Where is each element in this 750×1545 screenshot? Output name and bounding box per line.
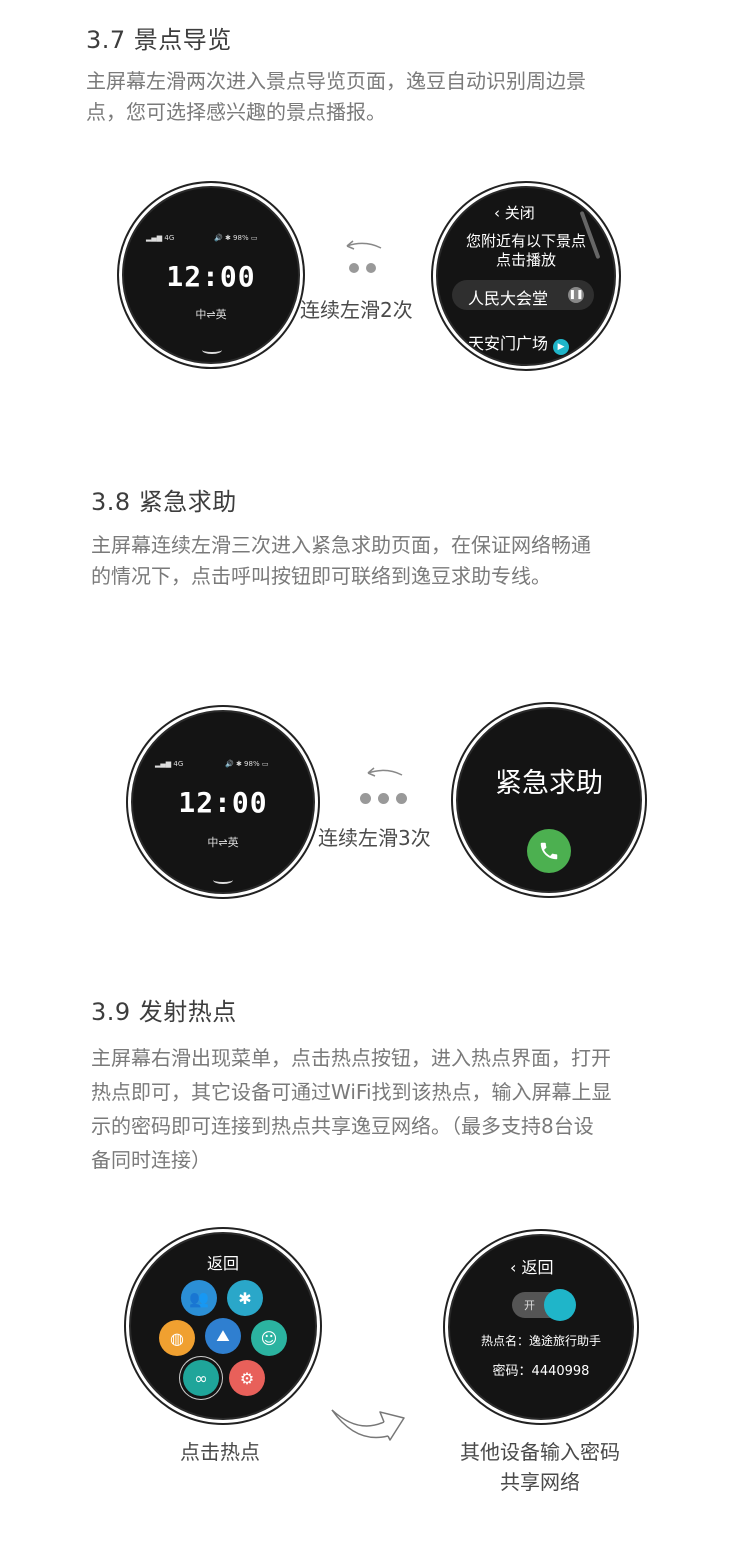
clock-time: 12:00	[178, 786, 268, 819]
swipe-dot	[366, 263, 376, 273]
signal-indicator: ▂▄▆ 4G	[155, 760, 184, 768]
paragraph-line: 主屏幕连续左滑三次进入紧急求助页面，在保证网络畅通	[91, 533, 591, 557]
language-switch[interactable]: 中⇌英	[133, 834, 313, 850]
globe-icon[interactable]: ◍	[159, 1320, 195, 1356]
swipe-dot	[396, 793, 407, 804]
settings-icon[interactable]: ⚙	[229, 1360, 265, 1396]
signal-indicator: ▂▄▆ 4G	[146, 234, 175, 242]
watch-menu-screen: 返回 👥 ✱ ◍ ⛰ ☺ ∞ ⚙	[129, 1232, 317, 1420]
language-switch[interactable]: 中⇌英	[124, 306, 298, 322]
paragraph-line: 热点即可，其它设备可通过WiFi找到该热点，输入屏幕上显	[91, 1080, 612, 1104]
contacts-icon[interactable]: 👥	[181, 1280, 217, 1316]
swipe-caption: 连续左滑2次	[300, 298, 413, 322]
hotspot-password: 密码：4440998	[492, 1364, 590, 1379]
close-label: 关闭	[504, 204, 535, 222]
curved-arrow-icon	[331, 1409, 405, 1441]
watch-sos-screen: 紧急求助	[456, 707, 642, 893]
watch-hotspot-screen: ‹ 返回 开 热点名：逸途旅行助手 密码：4440998	[448, 1234, 634, 1420]
tap-hotspot-caption: 点击热点	[180, 1440, 260, 1464]
sos-title: 紧急求助	[495, 768, 603, 799]
share-network-caption: 共享网络	[500, 1470, 580, 1494]
swipe-caption: 连续左滑3次	[318, 826, 431, 850]
network-type: 4G	[173, 760, 184, 768]
paragraph-line: 点，您可选择感兴趣的景点播报。	[86, 100, 386, 124]
play-icon[interactable]: ▶	[553, 339, 570, 355]
call-button[interactable]	[527, 829, 571, 873]
paragraph-line: 主屏幕左滑两次进入景点导览页面，逸豆自动识别周边景	[86, 69, 586, 93]
home-indicator	[202, 346, 222, 354]
status-icons: 🔊 ✱ 98% ▭	[214, 234, 258, 242]
swipe-left-icon	[346, 240, 382, 250]
bluetooth-icon[interactable]: ✱	[227, 1280, 263, 1316]
phone-icon	[540, 842, 558, 860]
attraction-item[interactable]: 天安门广场 ▶	[468, 330, 570, 355]
hotspot-toggle[interactable]: 开	[512, 1289, 576, 1321]
hotspot-icon[interactable]: ∞	[183, 1360, 219, 1396]
swipe-dot	[360, 793, 371, 804]
close-button[interactable]: ‹ 关闭	[494, 202, 535, 223]
section-heading-3-9: 3.9 发射热点	[91, 998, 237, 1026]
watch-home-screen: ▂▄▆ 4G 🔊 ✱ 98% ▭ 12:00 中⇌英	[122, 186, 300, 364]
paragraph-line: 的情况下，点击呼叫按钮即可联络到逸豆求助专线。	[91, 564, 551, 588]
robot-icon[interactable]: ☺	[251, 1320, 287, 1356]
toggle-knob	[544, 1289, 576, 1321]
swipe-dot	[378, 793, 389, 804]
guide-subtitle: 点击播放	[495, 251, 556, 269]
watch-guide-screen: ‹ 关闭 您附近有以下景点 点击播放 人民大会堂 ❚❚ 天安门广场 ▶	[436, 186, 616, 366]
swipe-dot	[349, 263, 359, 273]
attraction-name: 天安门广场	[468, 334, 549, 353]
toggle-label: 开	[524, 1299, 535, 1312]
section-paragraph-3-7: 主屏幕左滑两次进入景点导览页面，逸豆自动识别周边景 点，您可选择感兴趣的景点播报…	[86, 66, 586, 128]
pause-icon[interactable]: ❚❚	[568, 287, 584, 303]
watch-home-screen: ▂▄▆ 4G 🔊 ✱ 98% ▭ 12:00 中⇌英	[131, 710, 315, 894]
attraction-name: 人民大会堂	[468, 289, 549, 308]
paragraph-line: 主屏幕右滑出现菜单，点击热点按钮，进入热点界面，打开	[91, 1046, 611, 1070]
paragraph-line: 备同时连接）	[91, 1148, 211, 1172]
other-devices-caption: 其他设备输入密码	[460, 1440, 620, 1464]
map-icon[interactable]: ⛰	[205, 1318, 241, 1354]
back-label: 返回	[521, 1258, 554, 1277]
battery-level: 98%	[244, 760, 260, 768]
hotspot-name: 热点名：逸途旅行助手	[480, 1334, 601, 1348]
section-paragraph-3-8: 主屏幕连续左滑三次进入紧急求助页面，在保证网络畅通 的情况下，点击呼叫按钮即可联…	[91, 530, 591, 592]
section-paragraph-3-9: 主屏幕右滑出现菜单，点击热点按钮，进入热点界面，打开 热点即可，其它设备可通过W…	[91, 1041, 612, 1177]
status-icons: 🔊 ✱ 98% ▭	[225, 760, 269, 768]
paragraph-line: 示的密码即可连接到热点共享逸豆网络。（最多支持8台设	[91, 1114, 594, 1138]
home-indicator	[213, 876, 233, 884]
battery-level: 98%	[233, 234, 249, 242]
section-heading-3-8: 3.8 紧急求助	[91, 488, 237, 516]
swipe-left-icon	[367, 767, 403, 777]
section-heading-3-7: 3.7 景点导览	[86, 26, 232, 54]
network-type: 4G	[164, 234, 175, 242]
clock-time: 12:00	[166, 260, 256, 293]
back-button[interactable]: 返回	[131, 1250, 315, 1274]
attraction-item[interactable]: 人民大会堂 ❚❚	[452, 280, 594, 310]
back-button[interactable]: ‹ 返回	[510, 1254, 554, 1278]
